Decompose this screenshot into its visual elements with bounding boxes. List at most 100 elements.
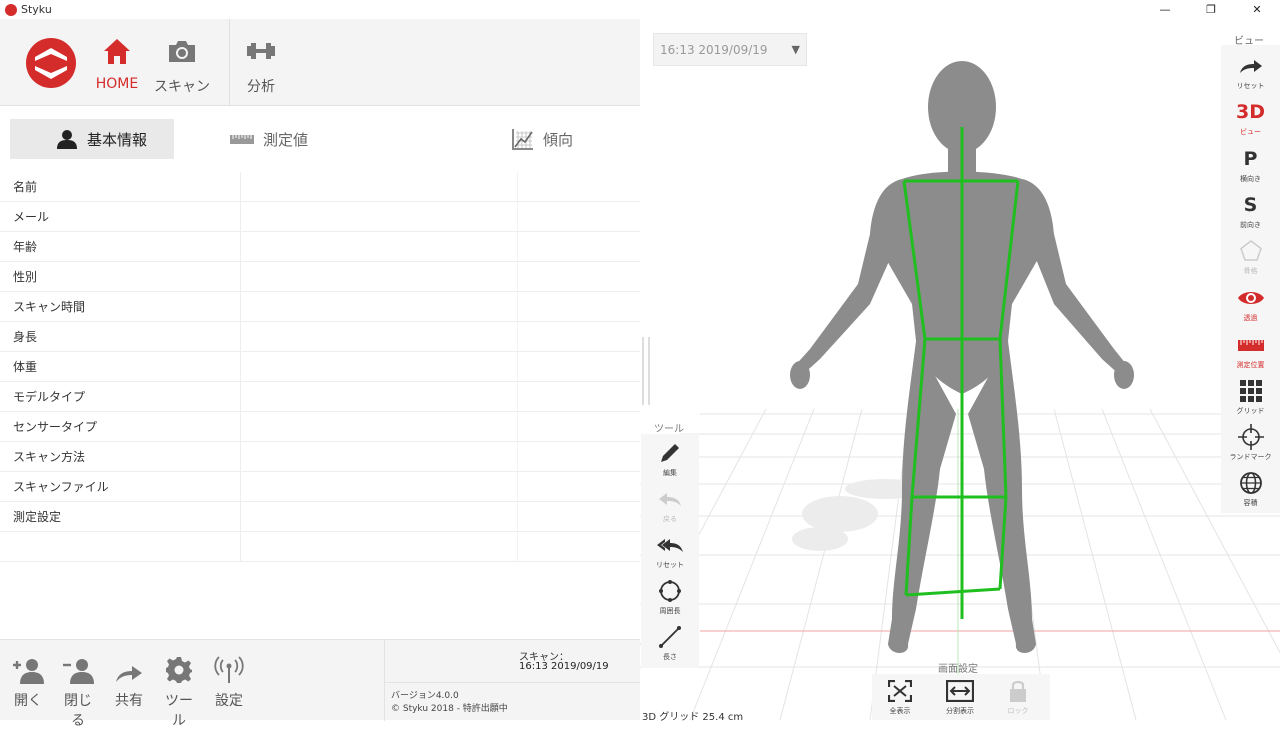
- row-label: 年齢: [0, 232, 241, 261]
- expand-icon: [888, 680, 912, 702]
- redo-arrow-icon: [1239, 60, 1262, 73]
- skeleton-button[interactable]: 骨格: [1221, 238, 1280, 276]
- 3d-viewport[interactable]: 16:13 2019/09/19 ▼: [640, 19, 1280, 720]
- tab-measurements[interactable]: 測定値: [230, 119, 308, 159]
- view-profile-button[interactable]: P 横向き: [1221, 146, 1280, 184]
- split-view-button[interactable]: 分割表示: [932, 678, 988, 716]
- tab-measurements-label: 測定値: [263, 130, 309, 149]
- tool-reset-button[interactable]: リセット: [641, 532, 699, 570]
- line-length-icon: [659, 626, 681, 648]
- share-button[interactable]: 共有: [109, 654, 149, 710]
- view-reset-button[interactable]: リセット: [1221, 53, 1280, 91]
- row-label: モデルタイプ: [0, 382, 241, 411]
- title-bar: Styku — ❐ ✕: [0, 0, 1280, 19]
- tab-trends-label: 傾向: [543, 130, 574, 149]
- ruler-icon: [1237, 340, 1264, 351]
- length-button[interactable]: 長さ: [641, 624, 699, 662]
- copyright-text: © Styku 2018 - 特許出願中: [391, 704, 508, 714]
- row-label: 身長: [0, 322, 241, 351]
- circumference-label: 周囲長: [659, 607, 681, 615]
- open-button[interactable]: 開く: [8, 654, 48, 710]
- scan-selector-value: 16:13 2019/09/19: [660, 42, 768, 57]
- landmark-button[interactable]: ランドマーク: [1221, 424, 1280, 462]
- window-title: Styku: [21, 3, 52, 16]
- row-value: [241, 262, 518, 291]
- grid-button[interactable]: グリッド: [1221, 378, 1280, 416]
- nav-home-label: HOME: [95, 76, 139, 92]
- ruler-icon: [230, 135, 254, 144]
- view-profile-label: 横向き: [1240, 175, 1261, 183]
- scan-info-panel: スキャン： 16:13 2019/09/19 バージョン4.0.0 © Styk…: [384, 640, 641, 721]
- panel-resize-handle[interactable]: [642, 337, 650, 405]
- view-3d-label: ビュー: [1240, 128, 1261, 136]
- row-label: 体重: [0, 352, 241, 381]
- transparency-label: 透過: [1243, 314, 1258, 322]
- volume-button[interactable]: 容積: [1221, 470, 1280, 508]
- view-side-label: 前向き: [1240, 221, 1261, 229]
- row-label: 名前: [0, 172, 241, 201]
- row-value: [241, 502, 518, 531]
- tab-basic-info-label: 基本情報: [87, 130, 148, 149]
- row-value: [241, 202, 518, 231]
- add-user-icon: [13, 659, 44, 684]
- lock-label: ロック: [1007, 707, 1029, 715]
- row-label: [0, 532, 241, 561]
- profile-view-glyph: P: [1243, 148, 1258, 170]
- nav-scan[interactable]: スキャン: [150, 35, 214, 96]
- settings-button[interactable]: 設定: [209, 654, 249, 710]
- row-value: [241, 472, 518, 501]
- row-value: [241, 352, 518, 381]
- minimize-button[interactable]: —: [1142, 0, 1188, 19]
- length-label: 長さ: [663, 653, 677, 661]
- view-3d-button[interactable]: 3D ビュー: [1221, 99, 1280, 137]
- gear-icon: [166, 657, 192, 683]
- row-value: [241, 232, 518, 261]
- tool-toolbar: 編集 戻る リセット 周囲長 長さ: [641, 434, 699, 668]
- table-row: モデルタイプ: [0, 382, 640, 412]
- maximize-button[interactable]: ❐: [1188, 0, 1234, 19]
- close-button[interactable]: 閉じる: [58, 654, 98, 730]
- row-value: [241, 172, 518, 201]
- row-label: メール: [0, 202, 241, 231]
- fit-all-button[interactable]: 全表示: [872, 678, 928, 716]
- screen-settings-title: 画面設定: [938, 664, 978, 675]
- nav-analysis[interactable]: 分析: [229, 35, 293, 96]
- table-row: 性別: [0, 262, 640, 292]
- circumference-button[interactable]: 周囲長: [641, 578, 699, 616]
- tab-basic-info[interactable]: 基本情報: [10, 119, 174, 159]
- nav-home[interactable]: HOME: [85, 35, 149, 92]
- transparency-button[interactable]: 透過: [1221, 285, 1280, 323]
- table-row: 測定設定: [0, 502, 640, 532]
- row-value: [241, 322, 518, 351]
- open-label: 開く: [14, 693, 42, 709]
- circumference-icon: [659, 580, 681, 602]
- table-row: 年齢: [0, 232, 640, 262]
- scan-selector-dropdown[interactable]: 16:13 2019/09/19 ▼: [653, 33, 807, 66]
- tab-trends[interactable]: 傾向: [512, 119, 573, 159]
- undo-button[interactable]: 戻る: [641, 486, 699, 524]
- nav-scan-label: スキャン: [154, 79, 210, 95]
- close-window-button[interactable]: ✕: [1234, 0, 1280, 19]
- scan-datetime: 16:13 2019/09/19: [519, 661, 609, 672]
- view-side-button[interactable]: S 前向き: [1221, 192, 1280, 230]
- measure-position-button[interactable]: 測定位置: [1221, 332, 1280, 370]
- view-reset-label: リセット: [1236, 82, 1265, 90]
- undo-arrow-icon: [659, 493, 681, 506]
- tools-button[interactable]: ツール: [159, 654, 199, 730]
- edit-button[interactable]: 編集: [641, 440, 699, 478]
- grid-size-label: 3D グリッド 25.4 cm: [642, 712, 744, 723]
- view-toolbar: リセット 3D ビュー P 横向き S 前向き 骨格 透過 測定位置 グリッド …: [1221, 45, 1280, 513]
- table-row: スキャン時間: [0, 292, 640, 322]
- left-panel: HOME スキャン 分析 基本情報 測定値 傾向 名前 メール 年齢 性別 スキ…: [0, 19, 641, 729]
- row-value: [241, 382, 518, 411]
- row-value: [241, 412, 518, 441]
- trend-chart-icon: [512, 129, 533, 150]
- reply-all-icon: [657, 539, 683, 552]
- lock-button[interactable]: ロック: [990, 678, 1046, 716]
- user-icon: [57, 130, 77, 149]
- undo-label: 戻る: [663, 515, 677, 523]
- row-label: スキャン方法: [0, 442, 241, 471]
- screen-settings-toolbar: 全表示 分割表示 ロック: [872, 674, 1050, 720]
- bottom-toolbar: 開く 閉じる 共有 ツール 設定 スキャン： 16:13 2019/09/19 …: [0, 639, 641, 729]
- close-label: 閉じる: [64, 693, 92, 729]
